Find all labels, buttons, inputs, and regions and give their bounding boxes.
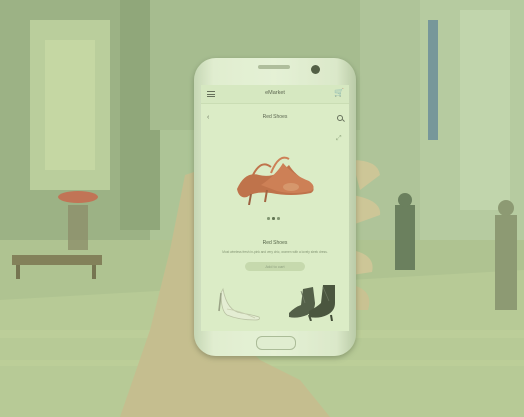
app-bar: eMarket 🛒 bbox=[201, 85, 349, 104]
phone-camera bbox=[311, 65, 320, 74]
app-title: eMarket bbox=[265, 90, 285, 96]
carousel-dot[interactable] bbox=[267, 217, 270, 220]
expand-icon[interactable]: ⤢ bbox=[336, 135, 342, 143]
phone-speaker bbox=[258, 65, 290, 69]
product-image[interactable] bbox=[231, 145, 321, 205]
page-header: ‹ Red Shoes bbox=[201, 113, 349, 125]
search-icon[interactable] bbox=[337, 115, 343, 121]
home-button[interactable] bbox=[256, 336, 296, 350]
product-name: Red Shoes bbox=[262, 240, 288, 246]
carousel-dot-active[interactable] bbox=[272, 217, 275, 220]
product-thumbnail-white-pump[interactable] bbox=[215, 281, 265, 321]
add-to-cart-button[interactable]: Add to cart bbox=[245, 262, 305, 271]
phone-screen: eMarket 🛒 ‹ Red Shoes ⤢ Red Shoes Most w… bbox=[201, 85, 349, 331]
product-thumbnail-black-boots[interactable] bbox=[285, 281, 339, 321]
page-title: Red Shoes bbox=[262, 114, 288, 120]
product-description: Most wireless fresh in-pink and very chi… bbox=[222, 250, 328, 254]
carousel-dot[interactable] bbox=[277, 217, 280, 220]
smartphone: eMarket 🛒 ‹ Red Shoes ⤢ Red Shoes Most w… bbox=[194, 58, 356, 356]
cart-icon[interactable]: 🛒 bbox=[334, 89, 344, 97]
photo-scene: eMarket 🛒 ‹ Red Shoes ⤢ Red Shoes Most w… bbox=[0, 0, 524, 417]
carousel-indicator[interactable] bbox=[267, 217, 283, 221]
